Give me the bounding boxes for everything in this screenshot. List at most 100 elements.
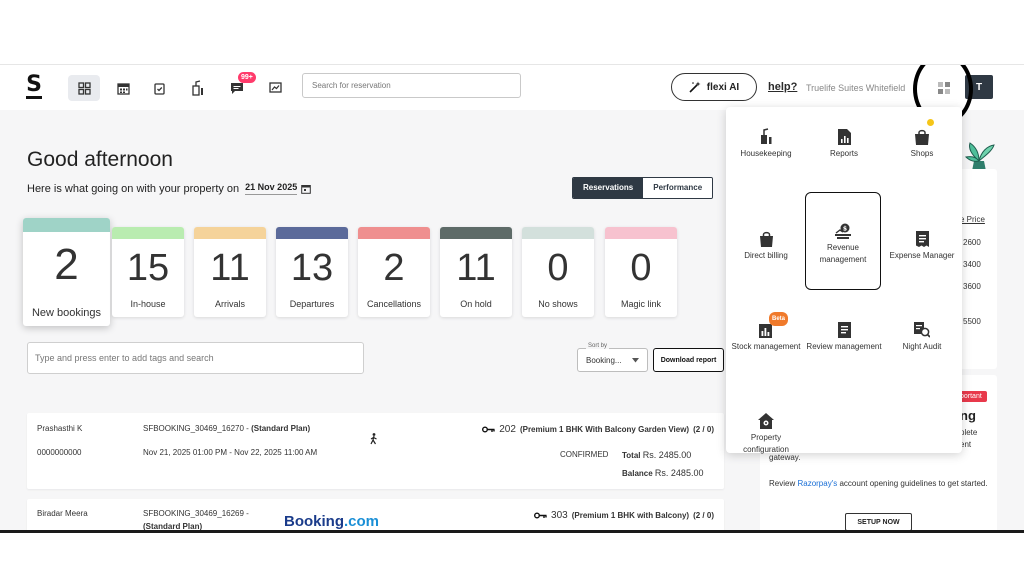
expense-manager-icon xyxy=(884,225,960,247)
magic-wand-icon xyxy=(689,81,701,93)
bottom-border xyxy=(0,530,1024,533)
stat-card-on-hold[interactable]: 11 On hold xyxy=(440,227,512,317)
apps-grid-icon xyxy=(938,82,950,94)
messages-icon[interactable]: 99+ xyxy=(221,72,256,101)
notification-badge: 99+ xyxy=(238,72,256,83)
menu-item-label: Reports xyxy=(829,149,858,158)
sort-label: Sort by xyxy=(586,343,610,349)
help-link[interactable]: help? xyxy=(768,81,797,93)
card-band xyxy=(23,218,110,232)
stat-value: 2 xyxy=(383,247,405,289)
menu-item-direct-billing[interactable]: Direct billing xyxy=(728,225,804,262)
stat-card-in-house[interactable]: 15 In-house xyxy=(112,227,184,317)
menu-item-stock-management[interactable]: Beta Stock management xyxy=(728,312,804,353)
calendar-icon[interactable] xyxy=(301,184,312,194)
card-heading: ng xyxy=(960,408,976,423)
logo-text-a: Booking xyxy=(284,513,344,530)
balance-label: Balance xyxy=(622,469,653,478)
stat-value: 15 xyxy=(126,247,170,289)
stat-label: New bookings xyxy=(31,307,102,319)
stat-card-departures[interactable]: 13 Departures xyxy=(276,227,348,317)
stat-label: Magic link xyxy=(620,299,661,309)
menu-item-label: Direct billing xyxy=(744,251,788,260)
booking-row[interactable]: Prashasthi K 0000000000 SFBOOKING_30469_… xyxy=(27,413,724,489)
booking-id[interactable]: SFBOOKING_30469_16270 - xyxy=(143,424,251,433)
menu-item-property-configuration[interactable]: Property configuration xyxy=(728,407,804,456)
guest-name: Biradar Meera xyxy=(37,509,88,518)
dashboard-icon[interactable] xyxy=(68,75,100,101)
menu-item-housekeeping[interactable]: Housekeeping xyxy=(728,123,804,160)
stat-label: Cancellations xyxy=(366,299,422,309)
setup-now-button[interactable]: SETUP NOW xyxy=(845,513,912,531)
property-subtitle: Here is what going on with your property… xyxy=(27,182,312,195)
menu-item-revenue-management[interactable]: $ Revenue management xyxy=(805,192,881,290)
flexi-ai-label: flexi AI xyxy=(706,81,740,93)
task-check-icon[interactable] xyxy=(143,75,175,101)
rate-value: 3600 xyxy=(963,282,981,291)
key-icon xyxy=(534,512,547,519)
stat-value: 11 xyxy=(210,247,250,289)
rate-value: 2600 xyxy=(963,238,981,247)
room-info: 303 (Premium 1 BHK with Balcony) (2 / 0) xyxy=(534,510,714,521)
property-name[interactable]: Truelife Suites Whitefield xyxy=(806,83,918,93)
calendar-icon[interactable] xyxy=(107,75,139,101)
stat-value: 13 xyxy=(290,247,334,289)
menu-item-label: Property configuration xyxy=(743,433,789,454)
walking-person-icon xyxy=(370,433,377,445)
menu-item-shops[interactable]: Shops xyxy=(884,123,960,160)
user-avatar[interactable]: T xyxy=(965,75,993,99)
booking-row[interactable]: Biradar Meera SFBOOKING_30469_16269 - (S… xyxy=(27,499,724,532)
rate-price-link[interactable]: e Price xyxy=(960,215,985,224)
stat-value: 2 xyxy=(54,240,79,289)
subtitle-text: Here is what going on with your property… xyxy=(27,182,240,195)
balance-amount: Rs. 2485.00 xyxy=(654,468,704,478)
tab-reservations[interactable]: Reservations xyxy=(573,178,644,198)
card-band xyxy=(605,227,677,239)
booking-id[interactable]: SFBOOKING_30469_16269 - xyxy=(143,509,249,518)
analytics-icon[interactable] xyxy=(259,75,291,101)
rate-value: 5500 xyxy=(963,317,981,326)
room-number: 303 xyxy=(551,510,568,521)
review-management-icon xyxy=(806,316,882,338)
app-logo[interactable]: S xyxy=(25,74,43,99)
tab-performance[interactable]: Performance xyxy=(643,178,713,198)
stat-card-new-bookings[interactable]: 2 New bookings xyxy=(23,218,110,326)
total-label: Total xyxy=(622,451,641,460)
room-number: 202 xyxy=(499,424,516,435)
card-band xyxy=(276,227,348,239)
sort-select[interactable]: Booking... xyxy=(577,348,648,372)
card-text: plete xyxy=(960,428,978,437)
stat-card-cancellations[interactable]: 2 Cancellations xyxy=(358,227,430,317)
menu-item-night-audit[interactable]: Night Audit xyxy=(884,316,960,353)
menu-item-label: Review management xyxy=(806,342,882,351)
card-band xyxy=(112,227,184,239)
stat-card-magic-link[interactable]: 0 Magic link xyxy=(605,227,677,317)
housekeeping-icon xyxy=(728,123,804,145)
reservation-search-input[interactable] xyxy=(302,73,521,98)
stat-label: Arrivals xyxy=(214,299,245,309)
flexi-ai-button[interactable]: flexi AI xyxy=(671,73,757,101)
menu-item-label: Shops xyxy=(910,149,934,158)
date-picker-value[interactable]: 21 Nov 2025 xyxy=(245,182,298,195)
room-type: (Premium 1 BHK with Balcony) xyxy=(571,511,690,520)
tag-search-input[interactable] xyxy=(27,342,364,374)
card-band xyxy=(194,227,266,239)
booking-com-logo: Booking.com xyxy=(284,513,379,530)
menu-item-review-management[interactable]: Review management xyxy=(806,316,882,353)
menu-item-label: Night Audit xyxy=(902,342,942,351)
app-window: S 99+ flexi AI help? Truelife Suites Whi… xyxy=(0,64,1024,532)
view-toggle: Reservations Performance xyxy=(572,177,714,199)
razorpay-link[interactable]: Razorpay's xyxy=(797,479,837,488)
menu-item-reports[interactable]: Reports xyxy=(806,123,882,160)
room-count: (2 / 0) xyxy=(693,425,714,434)
direct-billing-icon xyxy=(728,225,804,247)
apps-grid-button[interactable] xyxy=(933,77,955,99)
card-band xyxy=(358,227,430,239)
property-configuration-icon xyxy=(728,407,804,429)
download-report-button[interactable]: Download report xyxy=(653,348,724,372)
stat-card-arrivals[interactable]: 11 Arrivals xyxy=(194,227,266,317)
booking-dates: Nov 21, 2025 01:00 PM - Nov 22, 2025 11:… xyxy=(143,448,318,457)
stat-card-no-shows[interactable]: 0 No shows xyxy=(522,227,594,317)
menu-item-expense-manager[interactable]: Expense Manager xyxy=(884,225,960,262)
housekeeping-icon[interactable] xyxy=(182,75,214,101)
